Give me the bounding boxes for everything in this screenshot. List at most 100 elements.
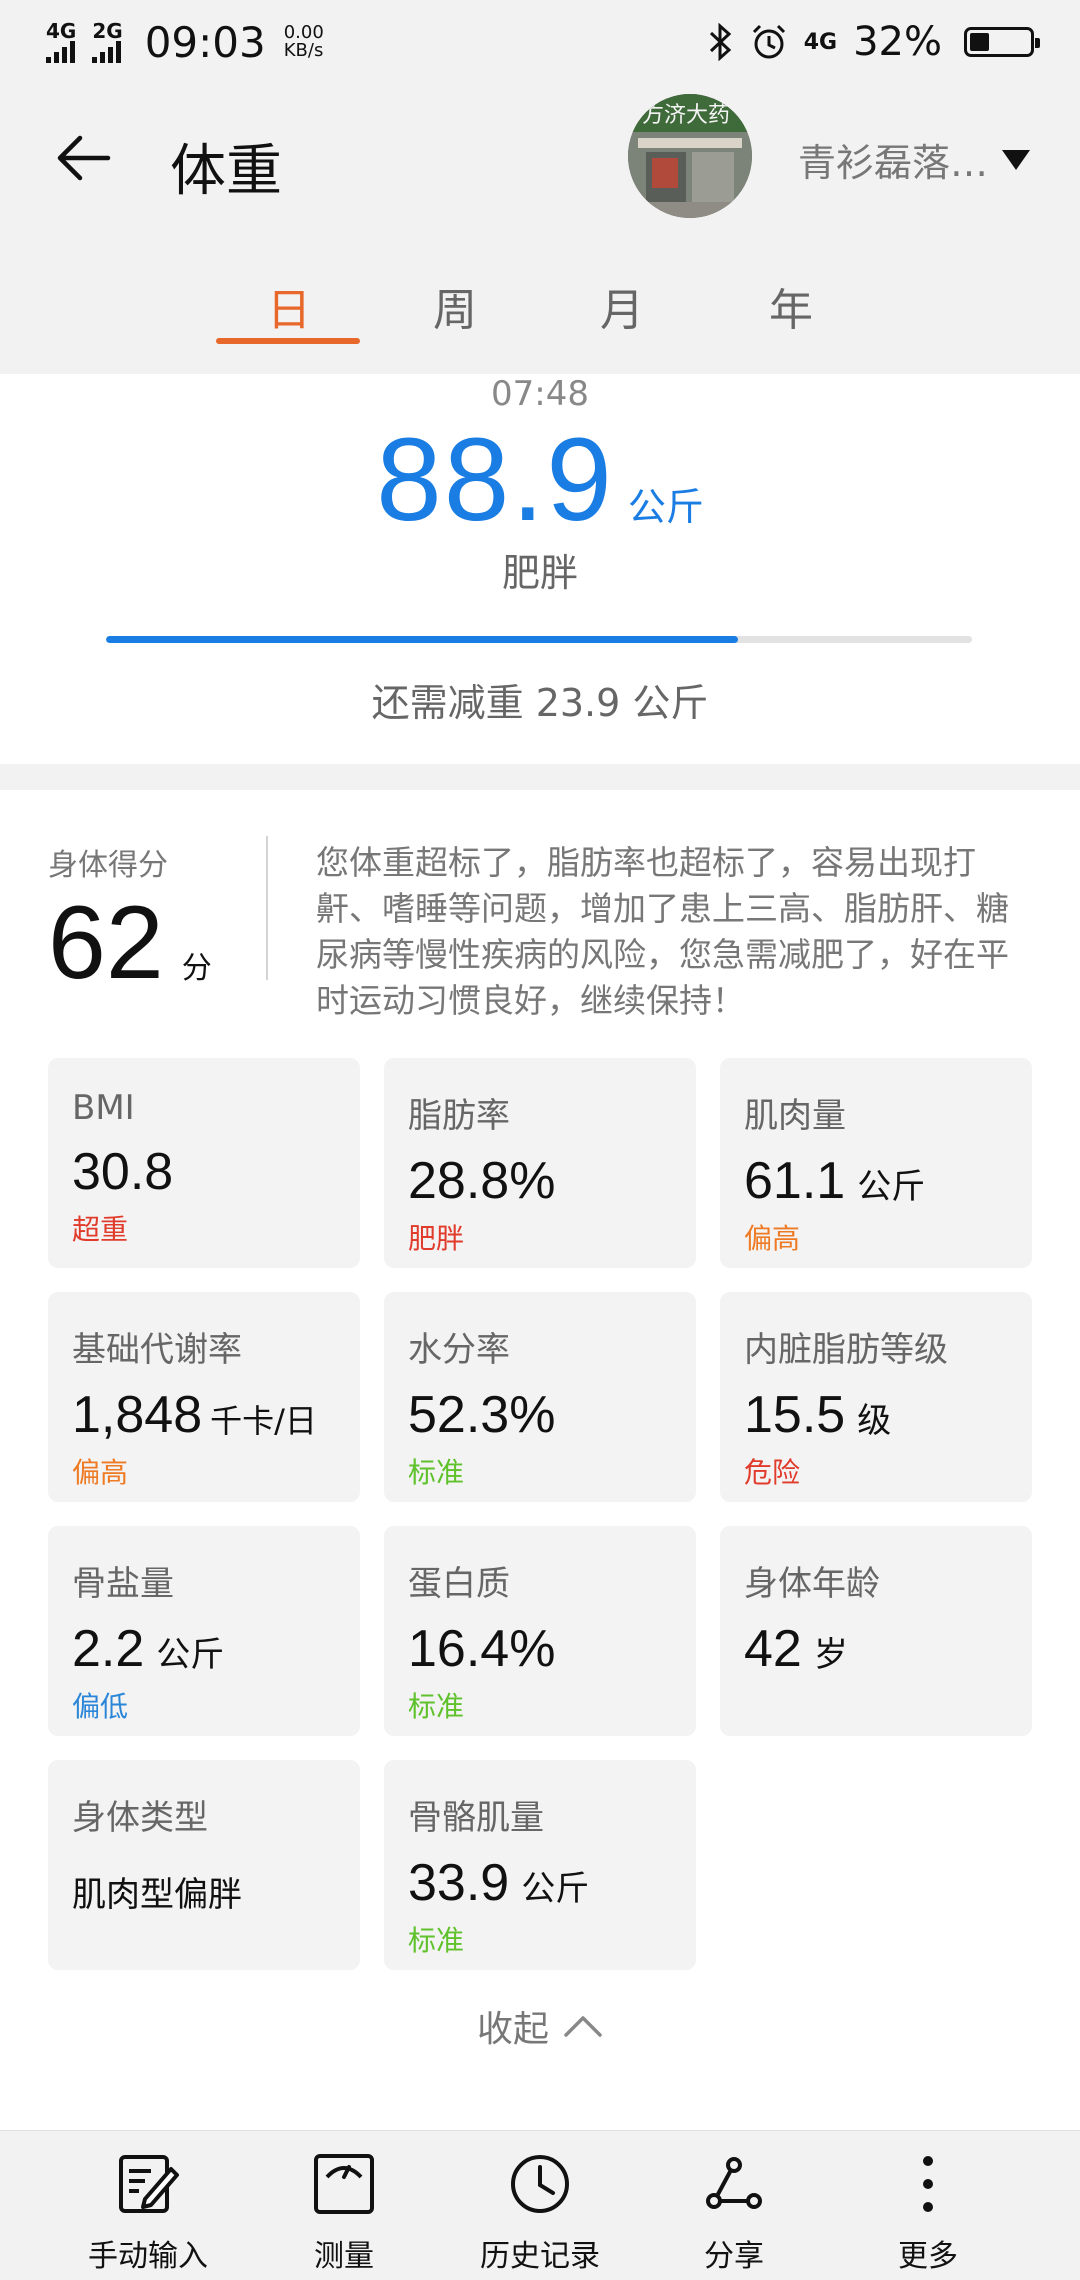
- period-tabs: 日 周 月 年: [0, 234, 1080, 374]
- metric-value-row: 33.9 公斤: [408, 1853, 696, 1913]
- metric-card-body-type[interactable]: 身体类型 肌肉型偏胖: [48, 1760, 360, 1970]
- signal-2: 2G: [92, 19, 123, 63]
- metric-card-body-age[interactable]: 身体年龄 42 岁: [720, 1526, 1032, 1736]
- weight-progress-bar: [106, 636, 972, 643]
- metric-value-row: 52.3%: [408, 1385, 696, 1445]
- weight-progress-fill: [106, 636, 739, 643]
- metric-card-visceral-fat[interactable]: 内脏脂肪等级 15.5 级 危险: [720, 1292, 1032, 1502]
- metric-status: 标准: [408, 1690, 465, 1723]
- share-icon: [706, 2157, 762, 2209]
- tab-month[interactable]: 月: [547, 274, 697, 338]
- edit-icon: [119, 2155, 179, 2213]
- metric-card-bmi[interactable]: BMI 30.8 超重: [48, 1058, 360, 1268]
- network-speed-unit: KB/s: [283, 40, 324, 61]
- metric-value: 16.4%: [408, 1620, 556, 1678]
- body-details: 身体得分 62 分 您体重超标了，脂肪率也超标了，容易出现打鼾、嗜睡等问题，增加…: [0, 790, 1080, 2130]
- metric-unit: 公斤: [521, 1869, 590, 1909]
- metric-value: 28.8%: [408, 1152, 556, 1210]
- share-label: 分享: [704, 2239, 764, 2274]
- metric-value: 1,848: [72, 1386, 203, 1444]
- metric-label: 脂肪率: [408, 1096, 510, 1136]
- collapse-label: 收起: [476, 2009, 549, 2050]
- weight-unit: 公斤: [627, 485, 704, 529]
- metric-status: 偏高: [72, 1456, 129, 1489]
- weight-value: 88.9: [376, 414, 614, 546]
- metric-card-protein[interactable]: 蛋白质 16.4% 标准: [384, 1526, 696, 1736]
- metric-value-row: 2.2 公斤: [72, 1619, 360, 1679]
- metric-label: 蛋白质: [408, 1564, 510, 1604]
- metric-unit: 公斤: [156, 1635, 225, 1675]
- status-left: 4G 2G 09:03 0.00 KB/s: [46, 18, 324, 67]
- history-button[interactable]: 历史记录: [450, 2151, 630, 2275]
- more-icon: [923, 2156, 933, 2212]
- network-speed: 0.00 KB/s: [284, 24, 324, 60]
- metric-unit: 级: [857, 1401, 892, 1441]
- network-type-3: 4G: [803, 29, 838, 55]
- health-advice: 您体重超标了，脂肪率也超标了，容易出现打鼾、嗜睡等问题，增加了患上三高、脂肪肝、…: [316, 843, 1009, 1020]
- network-type-2: 2G: [92, 19, 123, 43]
- metric-card-body-fat[interactable]: 脂肪率 28.8% 肥胖: [384, 1058, 696, 1268]
- user-switcher[interactable]: 青衫磊落…: [798, 132, 1031, 187]
- metric-value-row: 30.8: [72, 1142, 360, 1202]
- metric-unit: 千卡/日: [210, 1402, 317, 1440]
- avatar-image: 方济大药: [628, 94, 752, 218]
- metric-value: 61.1: [744, 1152, 846, 1210]
- weight-summary: 07:48 88.9 公斤 肥胖 还需减重 23.9 公斤: [0, 374, 1080, 764]
- metric-value-row: 1,848 千卡/日: [72, 1385, 360, 1445]
- manual-input-label: 手动输入: [88, 2239, 208, 2274]
- metric-card-bmr[interactable]: 基础代谢率 1,848 千卡/日 偏高: [48, 1292, 360, 1502]
- metric-value: 2.2: [72, 1620, 145, 1678]
- signal-bars-1-icon: [46, 41, 75, 63]
- metric-card-bone-mass[interactable]: 骨盐量 2.2 公斤 偏低: [48, 1526, 360, 1736]
- more-button[interactable]: 更多: [838, 2151, 1018, 2275]
- metric-card-water[interactable]: 水分率 52.3% 标准: [384, 1292, 696, 1502]
- metric-status: 超重: [72, 1213, 129, 1246]
- metric-card-skeletal-muscle[interactable]: 骨骼肌量 33.9 公斤 标准: [384, 1760, 696, 1970]
- measure-label: 测量: [314, 2239, 374, 2274]
- metric-card-muscle[interactable]: 肌肉量 61.1 公斤 偏高: [720, 1058, 1032, 1268]
- metric-status: 偏高: [744, 1222, 801, 1255]
- bottom-action-bar: 手动输入 测量 历史记录 分享 更多: [0, 2130, 1080, 2280]
- tab-day[interactable]: 日: [214, 274, 364, 338]
- metric-value-row: 61.1 公斤: [744, 1151, 1032, 1211]
- bluetooth-icon: [709, 23, 731, 61]
- metric-status: 标准: [408, 1924, 465, 1957]
- history-label: 历史记录: [480, 2239, 600, 2274]
- dropdown-triangle-icon: [1002, 149, 1031, 170]
- metric-value-row: 42 岁: [744, 1619, 1032, 1679]
- metric-label: 基础代谢率: [72, 1330, 242, 1370]
- metric-status: 肥胖: [408, 1222, 465, 1255]
- tab-week[interactable]: 周: [380, 274, 530, 338]
- metric-value-row: 15.5 级: [744, 1385, 1032, 1445]
- tab-year[interactable]: 年: [716, 274, 866, 338]
- active-tab-indicator: [216, 338, 360, 344]
- header: 体重 方济大药 青衫磊落…: [0, 84, 1080, 234]
- metric-value: 30.8: [72, 1143, 174, 1201]
- network-type-1: 4G: [46, 19, 77, 43]
- measure-button[interactable]: 测量: [254, 2151, 434, 2275]
- metric-label: 水分率: [408, 1330, 510, 1370]
- metric-value: 42: [744, 1620, 802, 1678]
- user-name: 青衫磊落…: [798, 141, 989, 185]
- weight-status: 肥胖: [501, 551, 578, 595]
- arrow-left-icon[interactable]: [52, 126, 116, 190]
- more-label: 更多: [898, 2239, 958, 2274]
- metric-value: 肌肉型偏胖: [72, 1875, 242, 1915]
- metric-label: 内脏脂肪等级: [744, 1330, 948, 1370]
- metric-value-row: 16.4%: [408, 1619, 696, 1679]
- manual-input-button[interactable]: 手动输入: [58, 2151, 238, 2275]
- page-title: 体重: [170, 139, 282, 204]
- score-unit: 分: [181, 951, 212, 986]
- metric-status: 标准: [408, 1456, 465, 1489]
- avatar[interactable]: 方济大药: [628, 94, 752, 218]
- collapse-button[interactable]: 收起: [0, 2000, 1080, 2052]
- battery-icon: [964, 27, 1040, 57]
- alarm-icon: [752, 24, 785, 59]
- signal-1: 4G: [46, 21, 76, 63]
- metric-status: 偏低: [72, 1690, 129, 1723]
- metric-label: 骨骼肌量: [408, 1798, 544, 1838]
- share-button[interactable]: 分享: [644, 2151, 824, 2275]
- scale-icon: [314, 2154, 374, 2214]
- score-label: 身体得分: [48, 848, 168, 883]
- metric-unit: 岁: [813, 1635, 848, 1675]
